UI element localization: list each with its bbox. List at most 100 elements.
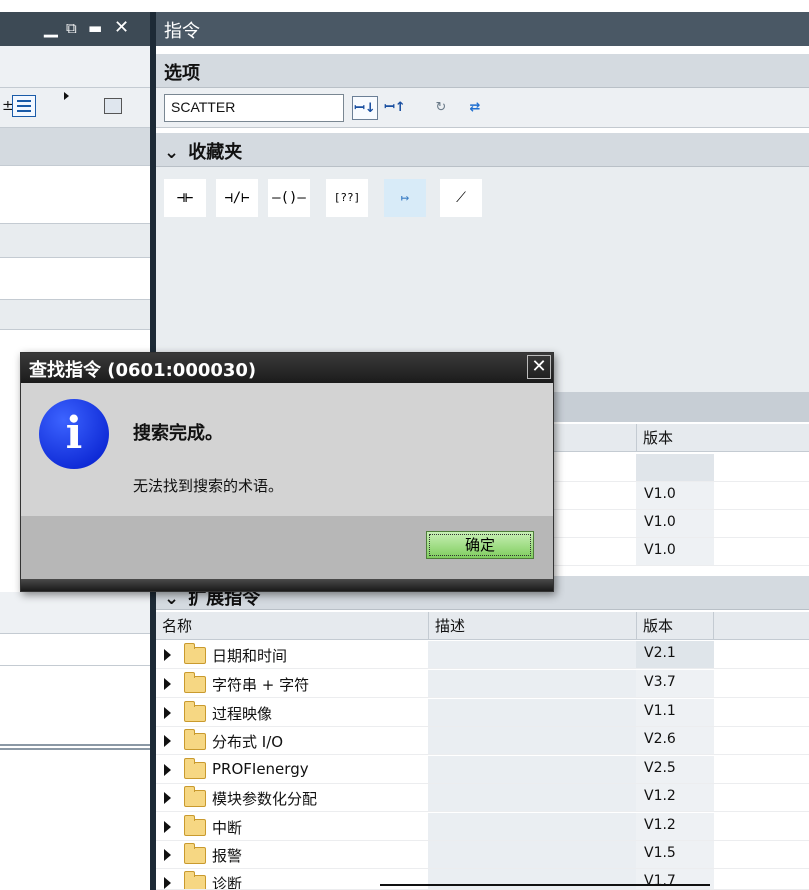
close-branch-icon[interactable]: ⟋ bbox=[440, 179, 482, 217]
table-row[interactable]: 日期和时间 V2.1 bbox=[156, 641, 809, 669]
version-cell: V2.1 bbox=[636, 641, 714, 668]
chevron-down-icon[interactable]: ⌄ bbox=[164, 142, 182, 163]
close-button[interactable]: ✕ bbox=[114, 16, 129, 40]
row-name: 日期和时间 bbox=[212, 647, 288, 665]
folder-icon bbox=[184, 786, 206, 807]
expand-arrow-icon[interactable] bbox=[164, 735, 171, 747]
version-cell: V1.5 bbox=[636, 841, 714, 868]
column-description[interactable]: 描述 bbox=[428, 612, 636, 639]
expand-arrow-icon[interactable] bbox=[164, 792, 171, 804]
expand-arrow-icon[interactable] bbox=[164, 649, 171, 661]
find-instruction-dialog: 查找指令 (0601:000030) ✕ i 搜索完成。 无法找到搜索的术语。 … bbox=[20, 352, 554, 592]
table-row[interactable]: 分布式 I/O V2.6 bbox=[156, 727, 809, 755]
favorites-header[interactable]: ⌄ 收藏夹 bbox=[156, 133, 809, 167]
panel-icon[interactable] bbox=[104, 98, 122, 114]
description-cell bbox=[428, 727, 636, 754]
expand-arrow-icon[interactable] bbox=[164, 707, 171, 719]
ok-button[interactable]: 确定 bbox=[426, 531, 534, 559]
dialog-body: i 搜索完成。 无法找到搜索的术语。 bbox=[21, 383, 553, 516]
table-row[interactable]: 过程映像 V1.1 bbox=[156, 699, 809, 727]
version-cell: V2.5 bbox=[636, 756, 714, 783]
dialog-heading: 搜索完成。 bbox=[133, 423, 223, 444]
version-cell: V3.7 bbox=[636, 670, 714, 697]
expand-arrow-icon[interactable] bbox=[164, 764, 171, 776]
row-name: 过程映像 bbox=[212, 705, 273, 723]
search-toolbar: SCATTER ꟷ↓ ꟷ↑ ↻ ⇄ bbox=[156, 88, 809, 128]
dialog-message: 无法找到搜索的术语。 bbox=[133, 477, 284, 495]
left-row bbox=[0, 258, 150, 300]
row-name: 诊断 bbox=[212, 875, 243, 890]
description-cell bbox=[428, 784, 636, 811]
version-cell: V1.0 bbox=[636, 510, 714, 537]
contact-no-icon[interactable]: ⊣⊢ bbox=[164, 179, 206, 217]
version-cell: V2.6 bbox=[636, 727, 714, 754]
list-icon[interactable] bbox=[12, 95, 36, 117]
dialog-close-button[interactable]: ✕ bbox=[527, 355, 551, 379]
column-version[interactable]: 版本 bbox=[636, 612, 714, 639]
left-row bbox=[0, 592, 150, 634]
version-cell: V1.0 bbox=[636, 538, 714, 565]
description-cell bbox=[428, 699, 636, 726]
folder-icon bbox=[184, 871, 206, 889]
maximize-button[interactable]: ▬ bbox=[88, 16, 102, 40]
expand-arrow-icon[interactable] bbox=[164, 877, 171, 889]
left-toolbar: ± bbox=[0, 88, 150, 128]
table-row[interactable]: 模块参数化分配 V1.2 bbox=[156, 784, 809, 812]
switch-icon[interactable]: ⇄ bbox=[462, 96, 488, 120]
version-cell: V1.7 bbox=[636, 869, 714, 889]
instructions-title: 指令 bbox=[156, 12, 809, 46]
expand-arrow-icon[interactable] bbox=[164, 821, 171, 833]
search-down-icon[interactable]: ꟷ↓ bbox=[352, 96, 378, 120]
flag-icon[interactable] bbox=[64, 92, 69, 100]
dialog-footer: 确定 bbox=[21, 516, 553, 581]
description-cell bbox=[428, 841, 636, 868]
row-name: 模块参数化分配 bbox=[212, 790, 318, 808]
minimize-button[interactable]: ▁ bbox=[44, 16, 58, 40]
left-row bbox=[0, 634, 150, 666]
table-row[interactable]: 报警 V1.5 bbox=[156, 841, 809, 869]
description-cell bbox=[428, 813, 636, 840]
left-header-row bbox=[0, 128, 150, 166]
search-up-icon[interactable]: ꟷ↑ bbox=[382, 96, 408, 120]
version-cell: V1.2 bbox=[636, 813, 714, 840]
folder-icon bbox=[184, 701, 206, 722]
expand-arrow-icon[interactable] bbox=[164, 849, 171, 861]
folder-icon bbox=[184, 643, 206, 664]
column-name[interactable]: 名称 bbox=[156, 612, 428, 639]
contact-nc-icon[interactable]: ⊣/⊢ bbox=[216, 179, 258, 217]
row-name: 中断 bbox=[212, 819, 243, 837]
left-empty-row bbox=[0, 46, 150, 88]
coil-icon[interactable]: –()– bbox=[268, 179, 310, 217]
table-row[interactable]: 中断 V1.2 bbox=[156, 813, 809, 841]
refresh-icon[interactable]: ↻ bbox=[428, 96, 454, 120]
description-cell bbox=[428, 756, 636, 783]
options-header: 选项 bbox=[156, 54, 809, 88]
info-icon: i bbox=[39, 399, 109, 469]
version-cell: V1.0 bbox=[636, 482, 714, 509]
folder-icon bbox=[184, 758, 206, 779]
row-name: 报警 bbox=[212, 847, 243, 865]
restore-button[interactable]: ⧉ bbox=[66, 16, 77, 40]
favorites-label: 收藏夹 bbox=[188, 142, 243, 163]
left-divider bbox=[0, 748, 150, 750]
folder-icon bbox=[184, 815, 206, 836]
column-version: 版本 bbox=[636, 424, 714, 451]
empty-box-icon[interactable]: [??] bbox=[326, 179, 368, 217]
extended-table-header: 名称 描述 版本 bbox=[156, 612, 809, 640]
description-cell bbox=[428, 869, 636, 889]
row-name: 字符串 + 字符 bbox=[212, 676, 310, 694]
search-input[interactable]: SCATTER bbox=[164, 94, 344, 122]
version-cell: V1.2 bbox=[636, 784, 714, 811]
left-divider bbox=[0, 744, 150, 746]
open-branch-icon[interactable]: ↦ bbox=[384, 179, 426, 217]
left-row bbox=[0, 300, 150, 330]
dialog-title: 查找指令 (0601:000030) bbox=[21, 353, 553, 383]
table-row[interactable]: 字符串 + 字符 V3.7 bbox=[156, 670, 809, 698]
dialog-bottom-bar bbox=[21, 579, 553, 591]
left-title-bar: ▁ ⧉ ▬ ✕ bbox=[0, 12, 150, 46]
row-name: PROFIenergy bbox=[212, 760, 309, 778]
table-row[interactable]: PROFIenergy V2.5 bbox=[156, 756, 809, 784]
expand-arrow-icon[interactable] bbox=[164, 678, 171, 690]
left-row bbox=[0, 166, 150, 224]
table-row[interactable]: 诊断 V1.7 bbox=[156, 869, 809, 890]
